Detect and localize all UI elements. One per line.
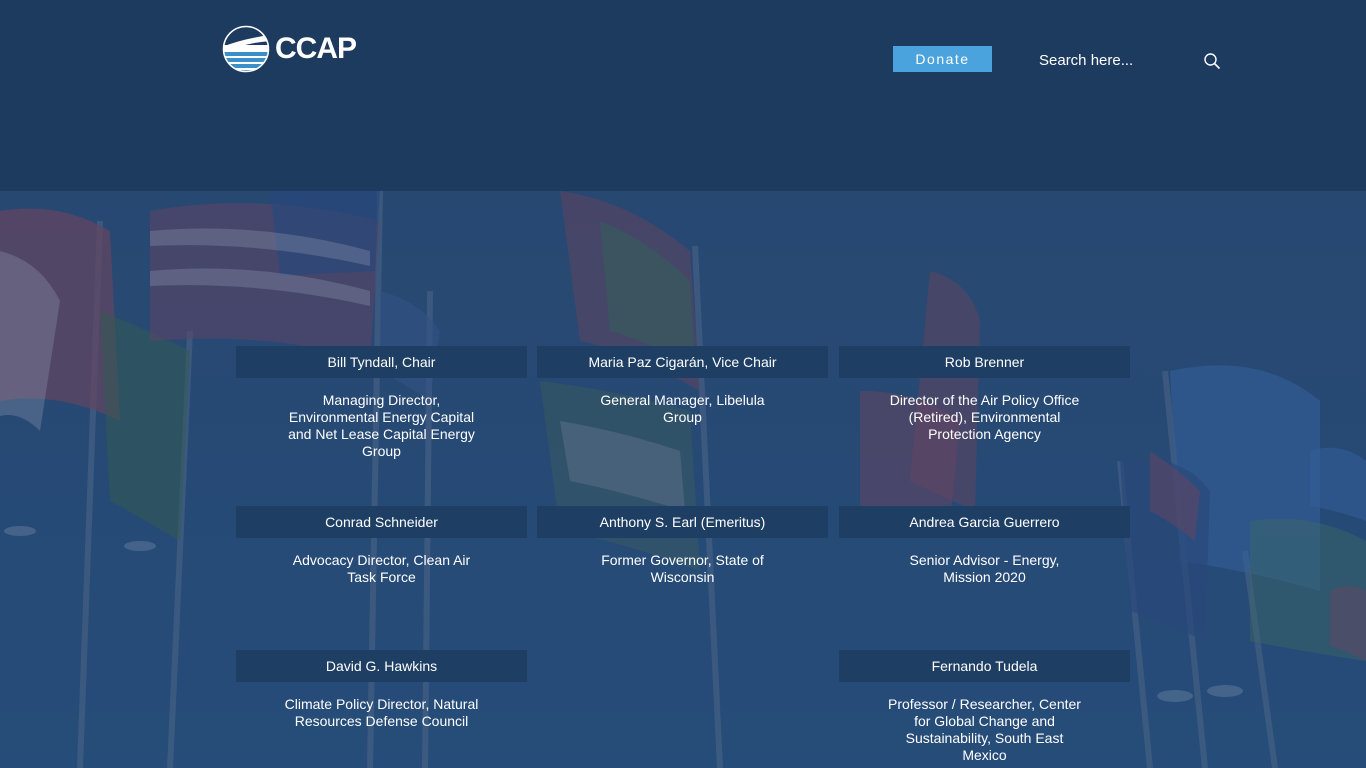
member-role: Managing Director, Environmental Energy …	[288, 392, 475, 459]
donate-button[interactable]: Donate	[893, 46, 992, 72]
member-role: Senior Advisor - Energy, Mission 2020	[909, 552, 1060, 585]
member-role: Professor / Researcher, Center for Globa…	[888, 696, 1081, 763]
member-name: Fernando Tudela	[839, 650, 1130, 682]
board-member-card: Maria Paz Cigarán, Vice Chair General Ma…	[537, 346, 828, 426]
board-member-card: Conrad Schneider Advocacy Director, Clea…	[236, 506, 527, 586]
hero-background	[0, 191, 1366, 768]
member-role: Advocacy Director, Clean Air Task Force	[292, 552, 471, 585]
search-box	[1039, 46, 1224, 74]
logo-text: CCAP	[275, 32, 357, 65]
member-name: David G. Hawkins	[236, 650, 527, 682]
board-member-card: Bill Tyndall, Chair Managing Director, E…	[236, 346, 527, 460]
member-role: Former Governor, State of Wisconsin	[601, 552, 764, 585]
member-role: Director of the Air Policy Office (Retir…	[889, 392, 1080, 442]
board-member-card: Andrea Garcia Guerrero Senior Advisor - …	[839, 506, 1130, 586]
board-member-card: Rob Brenner Director of the Air Policy O…	[839, 346, 1130, 443]
member-name: Andrea Garcia Guerrero	[839, 506, 1130, 538]
board-member-card: Fernando Tudela Professor / Researcher, …	[839, 650, 1130, 764]
search-icon[interactable]	[1203, 52, 1221, 70]
member-name: Conrad Schneider	[236, 506, 527, 538]
ccap-logo-icon	[222, 25, 270, 73]
member-name: Bill Tyndall, Chair	[236, 346, 527, 378]
board-member-card: David G. Hawkins Climate Policy Director…	[236, 650, 527, 730]
member-name: Anthony S. Earl (Emeritus)	[537, 506, 828, 538]
site-logo[interactable]: CCAP	[222, 24, 357, 74]
search-input[interactable]	[1039, 46, 1199, 74]
flags-background-image	[0, 191, 1366, 768]
member-role: Climate Policy Director, Natural Resourc…	[284, 696, 479, 729]
member-name: Maria Paz Cigarán, Vice Chair	[537, 346, 828, 378]
site-header: CCAP Donate	[0, 0, 1366, 191]
board-member-card: Anthony S. Earl (Emeritus) Former Govern…	[537, 506, 828, 586]
member-name: Rob Brenner	[839, 346, 1130, 378]
member-role: General Manager, Libelula Group	[600, 392, 765, 425]
